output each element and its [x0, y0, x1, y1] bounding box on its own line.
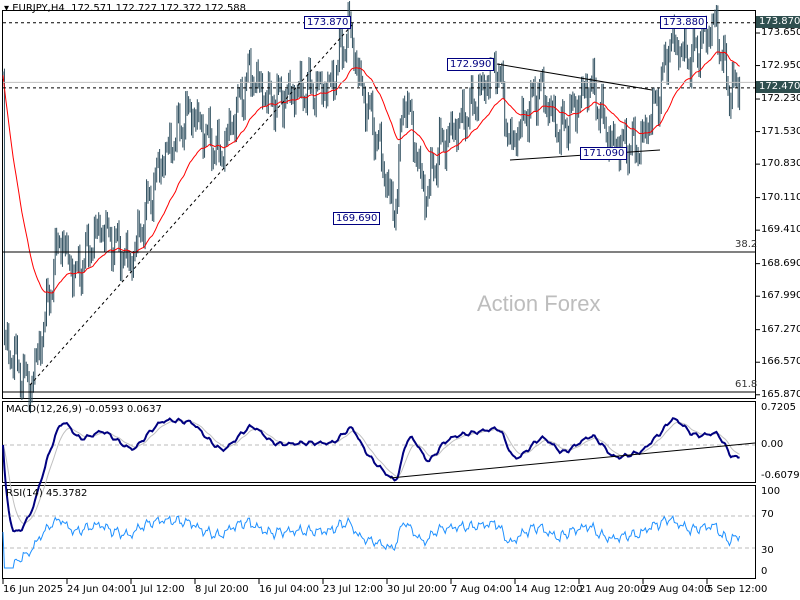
rsi-line	[2, 514, 741, 569]
watermark: Action Forex	[477, 291, 601, 316]
price-axis-label: 165.870	[761, 388, 800, 400]
macd-label: MACD(12,26,9) -0.0593 0.0637	[6, 404, 162, 415]
time-axis-label: 29 Aug 04:00	[643, 584, 711, 595]
rsi-axis-30: 30	[761, 545, 774, 556]
time-axis-label: 14 Aug 12:00	[515, 584, 583, 595]
price-axis-label: 173.650	[761, 27, 800, 38]
macd-axis-zero: 0.00	[761, 439, 784, 450]
time-axis-label: 30 Jul 20:00	[387, 584, 447, 595]
annotation-high-1: 173.870	[304, 16, 352, 29]
price-axis-label: 168.690	[761, 257, 800, 269]
triangle-upper-line	[496, 63, 653, 91]
annotation-triangle-low: 171.090	[580, 147, 628, 160]
annotation-low: 169.690	[333, 212, 381, 225]
symbol: EURJPY,H4	[12, 3, 65, 14]
price-axis-label: 169.410	[761, 224, 800, 236]
time-axis-label: 8 Jul 20:00	[195, 584, 249, 595]
price-box-level: 172.470	[756, 81, 800, 93]
time-axis-label: 7 Aug 04:00	[451, 584, 513, 595]
trend-lines	[3, 22, 755, 393]
rsi-panel	[2, 485, 756, 579]
main-panel	[2, 10, 756, 399]
rsi-axis-100: 100	[761, 486, 781, 497]
price-axis-label: 170.110	[761, 191, 800, 203]
rsi-label: RSI(14) 45.3782	[6, 488, 88, 499]
time-axis-label: 23 Jul 12:00	[323, 584, 383, 595]
time-axis-label: 16 Jun 2025	[3, 584, 64, 595]
macd-plot	[2, 417, 756, 533]
macd-axis-min: -0.6079	[761, 470, 800, 481]
time-axis-label: 16 Jul 04:00	[259, 584, 319, 595]
price-axis-label: 167.270	[761, 323, 800, 335]
price-axis-label: 166.570	[761, 356, 800, 368]
annotation-high-2: 173.880	[660, 16, 708, 29]
time-axis-label: 1 Jul 12:00	[131, 584, 185, 595]
time-axis-label: 24 Jun 04:00	[67, 584, 131, 595]
time-axis-label: 5 Sep 12:00	[707, 584, 768, 595]
rsi-axis-70: 70	[761, 509, 774, 520]
price-axis-label: 171.530	[761, 125, 800, 137]
price-axis-label: 170.830	[761, 158, 800, 170]
chart-title: ▾ EURJPY,H4 172.571 172.727 172.372 172.…	[4, 3, 247, 14]
fib-618-label: 61.8	[735, 379, 758, 390]
price-axis-label: 172.950	[761, 59, 800, 71]
uptrend-line	[29, 24, 353, 386]
rsi-plot	[2, 514, 755, 569]
ohlc-values: 172.571 172.727 172.372 172.588	[71, 3, 247, 14]
time-axis-label: 21 Aug 20:00	[579, 584, 647, 595]
price-axis-label: 167.990	[761, 290, 800, 302]
macd-axis-max: 0.7205	[761, 402, 796, 413]
macd-signal-line	[2, 420, 740, 524]
price-box-high: 173.870	[756, 16, 800, 28]
price-bars	[2, 1, 741, 414]
price-axis-label: 172.230	[761, 93, 800, 105]
chart-canvas	[2, 1, 760, 584]
rsi-axis-0: 0	[761, 566, 768, 577]
annotation-triangle-high: 172.990	[447, 58, 495, 71]
fib-382-label: 38.2	[735, 239, 758, 250]
